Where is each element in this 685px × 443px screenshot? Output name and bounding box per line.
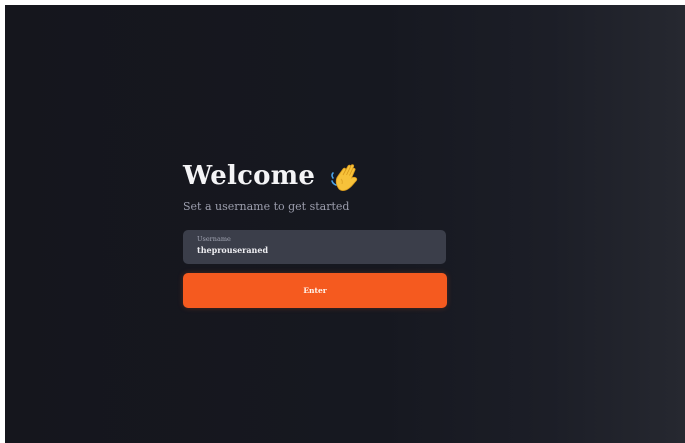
username-field[interactable]: Username <box>183 230 446 264</box>
welcome-card: Welcome Set a username to get started Us… <box>183 155 449 308</box>
title-row: Welcome <box>183 155 449 197</box>
waving-hand-icon <box>329 159 363 193</box>
page-title: Welcome <box>183 161 316 191</box>
subtitle: Set a username to get started <box>183 200 350 213</box>
app-background: Welcome Set a username to get started Us… <box>5 5 685 443</box>
username-label: Username <box>197 235 231 243</box>
enter-button[interactable]: Enter <box>183 273 447 308</box>
username-input[interactable] <box>197 245 427 255</box>
